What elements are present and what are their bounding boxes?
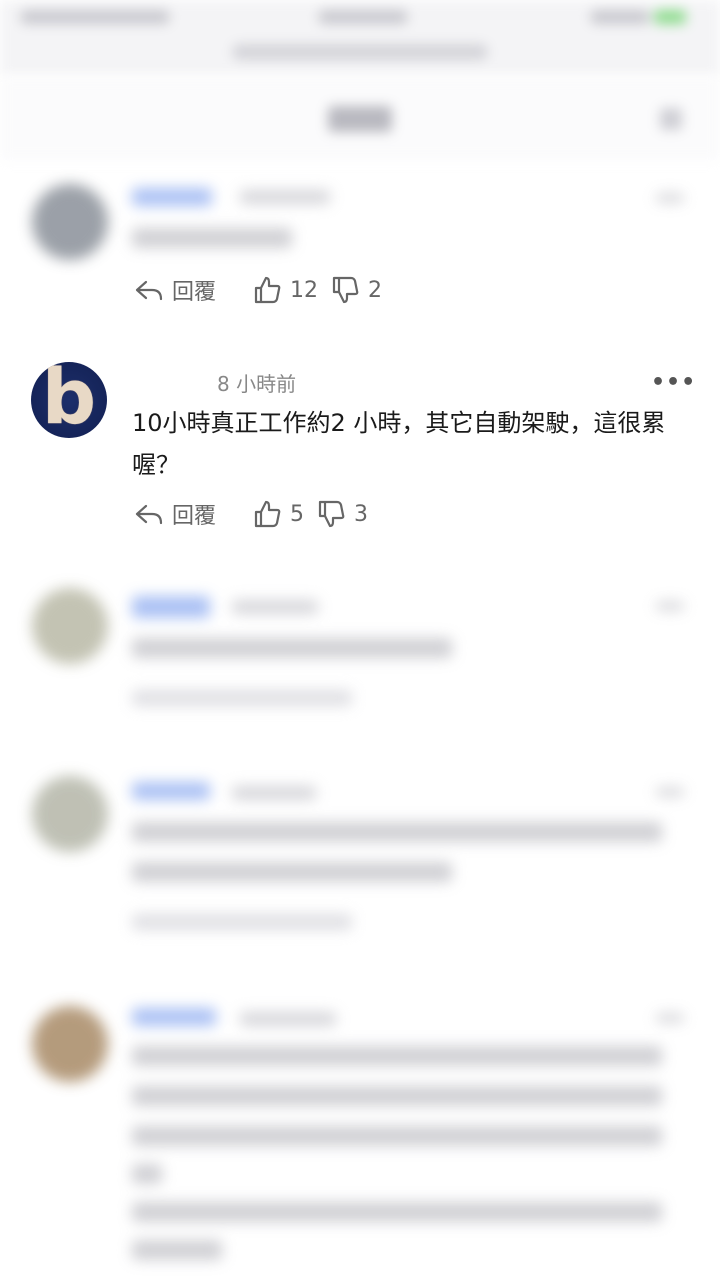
action-row: 回覆 5 3 (134, 498, 404, 530)
comment-item (0, 560, 720, 740)
avatar[interactable] (32, 776, 108, 852)
author-name[interactable] (132, 782, 210, 800)
comment-text: 10小時真正工作約2 小時，其它自動架駛，這很累喔？ (132, 409, 666, 479)
reply-arrow-icon (135, 504, 163, 525)
like-count: 5 (290, 501, 305, 527)
comment-text (132, 1164, 162, 1184)
author-name[interactable] (132, 596, 210, 618)
comments-page: 回覆 12 2 b 8 小時前 ••• 10小時真正工作約2 小時，其它自動架駛… (0, 0, 720, 1280)
avatar[interactable] (32, 1006, 108, 1082)
thumbs-up-icon (254, 500, 281, 528)
dislike-button[interactable]: 3 (316, 499, 368, 529)
comment-text (132, 1086, 662, 1106)
like-button[interactable]: 5 (252, 499, 304, 529)
reply-button[interactable]: 回覆 (134, 498, 216, 530)
comment-item (0, 970, 720, 1280)
avatar[interactable]: b (31, 362, 107, 438)
avatar-letter: b (41, 362, 97, 438)
comment-time: 8 小時前 (217, 372, 297, 396)
dislike-count: 3 (354, 501, 369, 527)
comment-time (232, 786, 316, 800)
action-row (132, 914, 352, 930)
comment-text (132, 862, 452, 882)
more-dots-icon[interactable] (656, 788, 684, 796)
reply-label: 回覆 (172, 504, 217, 529)
action-row (132, 690, 352, 706)
comment-text (132, 1126, 662, 1146)
author-name[interactable] (132, 1008, 216, 1026)
comment-time (232, 600, 318, 614)
thumbs-down-icon (318, 500, 345, 528)
comment-text (132, 1240, 222, 1260)
comment-text (132, 1046, 662, 1066)
more-dots-icon[interactable] (656, 1014, 684, 1022)
avatar[interactable] (32, 588, 108, 664)
comment-text (132, 1202, 662, 1222)
comment-time (240, 1012, 336, 1026)
more-dots-icon[interactable]: ••• (651, 370, 696, 395)
comment-text (132, 822, 662, 842)
more-dots-icon[interactable] (656, 602, 684, 610)
comment-text (132, 638, 452, 658)
comment-item (0, 740, 720, 970)
comment-item-focused: b 8 小時前 ••• 10小時真正工作約2 小時，其它自動架駛，這很累喔？ 回… (0, 0, 720, 560)
